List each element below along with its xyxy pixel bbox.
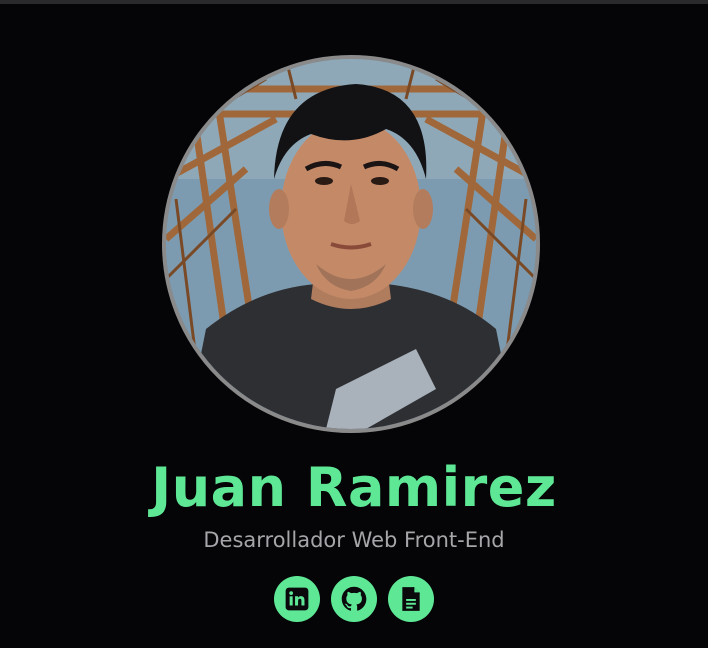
social-links <box>0 576 708 622</box>
github-button[interactable] <box>331 576 377 622</box>
profile-role: Desarrollador Web Front-End <box>203 528 505 552</box>
linkedin-button[interactable] <box>274 576 320 622</box>
linkedin-icon <box>285 587 309 611</box>
profile-name: Juan Ramirez <box>151 456 557 519</box>
document-icon <box>402 587 420 611</box>
github-icon <box>341 586 367 611</box>
profile-page: Juan Ramirez Desarrollador Web Front-End <box>0 0 708 648</box>
top-border <box>0 0 708 4</box>
profile-photo <box>166 59 536 429</box>
resume-button[interactable] <box>388 576 434 622</box>
avatar <box>162 55 540 433</box>
